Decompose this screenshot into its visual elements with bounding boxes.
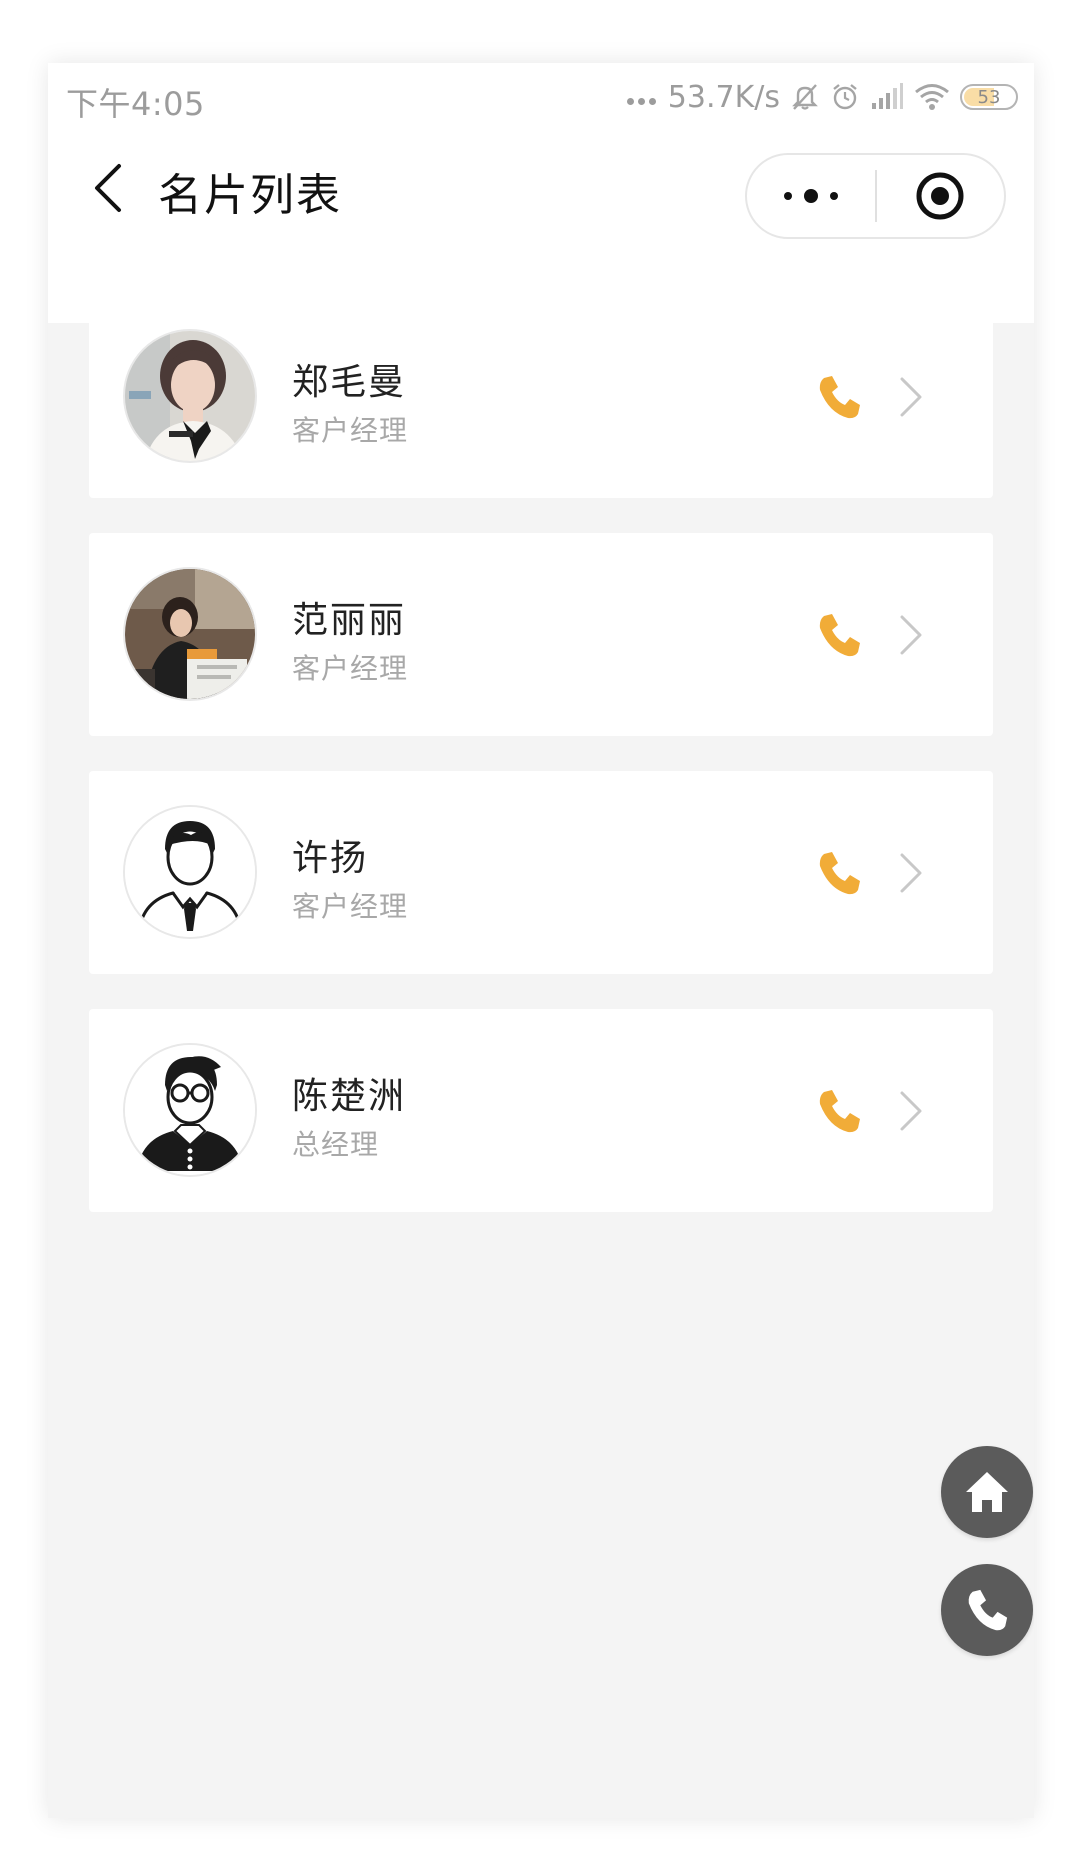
contact-name: 范丽丽	[292, 600, 407, 641]
chevron-right-icon	[891, 1089, 931, 1133]
chevron-right-icon	[891, 613, 931, 657]
close-miniprogram-button[interactable]	[877, 155, 1004, 237]
floating-call-button[interactable]	[941, 1564, 1033, 1656]
phone-icon	[819, 1090, 860, 1133]
contact-title: 客户经理	[292, 414, 409, 447]
avatar	[123, 567, 257, 701]
contact-title: 总经理	[292, 1128, 380, 1161]
target-circle-icon	[916, 172, 964, 220]
page-title: 名片列表	[158, 170, 342, 221]
more-button[interactable]	[747, 155, 875, 237]
status-time: 下午4:05	[66, 85, 205, 123]
more-dots-icon	[784, 192, 792, 200]
card-list: 郑毛曼 客户经理 范丽丽 客户经理 许扬 客户经理 陈楚洲 总经理	[89, 295, 993, 1247]
more-notifications-icon	[626, 97, 656, 105]
call-button[interactable]	[811, 369, 867, 425]
wifi-icon	[914, 83, 950, 111]
phone-screen: 下午4:05 53.7K/s 53 名片列表 郑毛曼 客户经理 范丽丽 客户经理…	[48, 63, 1034, 1818]
chevron-right-icon	[891, 851, 931, 895]
contact-name: 陈楚洲	[292, 1076, 407, 1117]
mute-icon	[790, 82, 820, 112]
phone-icon	[819, 376, 860, 419]
battery-icon: 53	[960, 84, 1018, 110]
status-bar: 下午4:05 53.7K/s 53	[48, 63, 1034, 135]
list-item[interactable]: 陈楚洲 总经理	[89, 1009, 993, 1212]
contact-title: 客户经理	[292, 652, 409, 685]
status-indicators: 53.7K/s 53	[626, 77, 1018, 117]
home-icon	[966, 1472, 1008, 1512]
avatar	[123, 1043, 257, 1177]
miniprogram-capsule	[745, 153, 1006, 239]
contact-name: 郑毛曼	[292, 362, 407, 403]
list-item[interactable]: 许扬 客户经理	[89, 771, 993, 974]
list-item[interactable]: 范丽丽 客户经理	[89, 533, 993, 736]
signal-icon	[870, 83, 904, 111]
call-button[interactable]	[811, 845, 867, 901]
back-button[interactable]	[78, 153, 138, 223]
home-button[interactable]	[941, 1446, 1033, 1538]
contact-name: 许扬	[292, 838, 369, 879]
phone-icon	[819, 852, 860, 895]
alarm-icon	[830, 82, 860, 112]
network-speed: 53.7K/s	[667, 79, 780, 115]
avatar	[123, 805, 257, 939]
chevron-right-icon	[891, 375, 931, 419]
avatar	[123, 329, 257, 463]
call-button[interactable]	[811, 1083, 867, 1139]
phone-icon	[968, 1589, 1008, 1631]
list-item[interactable]: 郑毛曼 客户经理	[89, 295, 993, 498]
contact-title: 客户经理	[292, 890, 409, 923]
call-button[interactable]	[811, 607, 867, 663]
phone-icon	[819, 614, 860, 657]
back-chevron-icon	[95, 164, 121, 212]
